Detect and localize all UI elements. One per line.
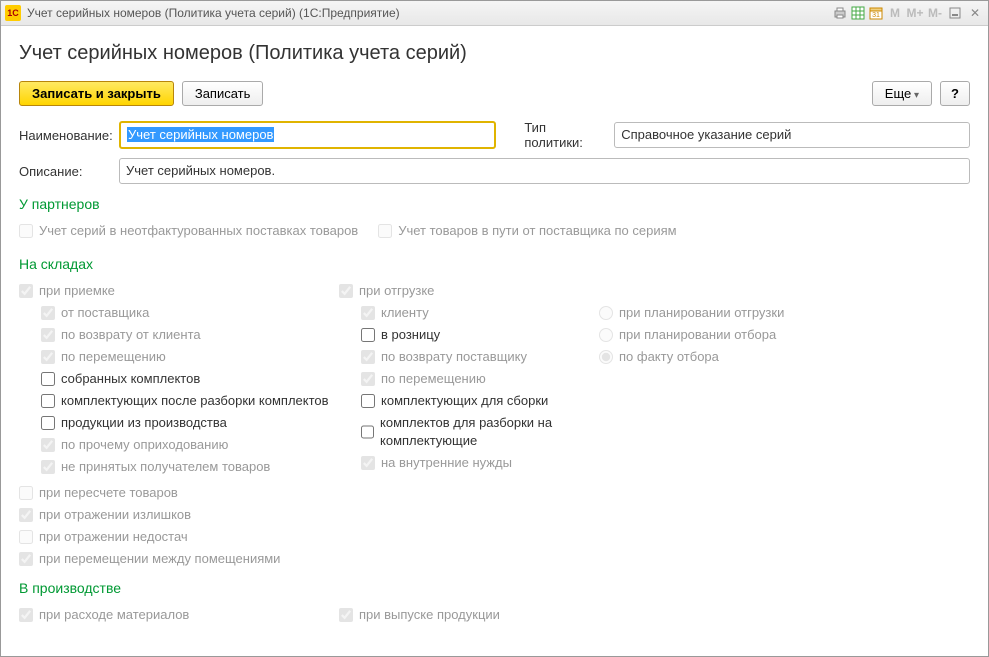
chk-kits-for-disassembly[interactable]: комплектов для разборки на комплектующие (361, 414, 599, 450)
chk-other-receipt[interactable]: по прочему оприходованию (41, 436, 339, 454)
chk-to-retail[interactable]: в розницу (361, 326, 599, 344)
toolbar: Записать и закрыть Записать Еще ? (19, 81, 970, 106)
close-button[interactable]: ✕ (966, 5, 984, 21)
chk-on-shipment[interactable]: при отгрузке (339, 282, 599, 300)
help-button[interactable]: ? (940, 81, 970, 106)
chk-internal-needs[interactable]: на внутренние нужды (361, 454, 599, 472)
chk-on-recount: при пересчете товаров (19, 484, 970, 502)
chk-assembled-kits[interactable]: собранных комплектов (41, 370, 339, 388)
policy-type-input[interactable]: Справочное указание серий (614, 122, 970, 148)
chk-components-for-assembly[interactable]: комплектующих для сборки (361, 392, 599, 410)
chk-goods-in-transit: Учет товаров в пути от поставщика по сер… (378, 222, 676, 240)
chk-on-receipt[interactable]: при приемке (19, 282, 339, 300)
col-radio: при планировании отгрузки при планирован… (599, 278, 879, 480)
chk-products-from-production[interactable]: продукции из производства (41, 414, 339, 432)
svg-text:31: 31 (872, 12, 880, 19)
chk-goods-in-transit-box (378, 224, 392, 238)
chk-series-unbilled-box (19, 224, 33, 238)
section-warehouses-title: На складах (19, 256, 970, 272)
chk-return-to-supplier[interactable]: по возврату поставщику (361, 348, 599, 366)
radio-on-picking-fact: по факту отбора (599, 348, 879, 366)
window-buttons: 31 M M+ M- ✕ (832, 5, 984, 21)
section-production-title: В производстве (19, 580, 970, 596)
print-icon[interactable] (832, 5, 848, 21)
chk-between-rooms[interactable]: при перемещении между помещениями (19, 550, 970, 568)
page-title: Учет серийных номеров (Политика учета се… (19, 42, 970, 65)
radio-plan-picking: при планировании отбора (599, 326, 879, 344)
chk-components-after-disassembly[interactable]: комплектующих после разборки комплектов (41, 392, 339, 410)
save-and-close-button[interactable]: Записать и закрыть (19, 81, 174, 106)
memory-m-button[interactable]: M (886, 5, 904, 21)
col-receipt: при приемке от поставщика по возврату от… (19, 278, 339, 480)
calendar-icon[interactable]: 31 (868, 5, 884, 21)
grid-icon[interactable] (850, 5, 866, 21)
content-area: Учет серийных номеров (Политика учета се… (1, 26, 988, 656)
memory-mplus-button[interactable]: M+ (906, 5, 924, 21)
app-window: 1C Учет серийных номеров (Политика учета… (0, 0, 989, 657)
memory-mminus-button[interactable]: M- (926, 5, 944, 21)
name-label: Наименование: (19, 128, 111, 143)
chk-shortage-reflection: при отражении недостач (19, 528, 970, 546)
chk-series-unbilled: Учет серий в неотфактурованных поставках… (19, 222, 358, 240)
window-title: Учет серийных номеров (Политика учета се… (27, 6, 832, 20)
name-input[interactable]: Учет серийных номеров (119, 121, 496, 149)
chk-not-accepted-goods[interactable]: не принятых получателем товаров (41, 458, 339, 476)
chk-to-client[interactable]: клиенту (361, 304, 599, 322)
app-logo-icon: 1C (5, 5, 21, 21)
chk-from-supplier[interactable]: от поставщика (41, 304, 339, 322)
section-partners-title: У партнеров (19, 196, 970, 212)
desc-input[interactable]: Учет серийных номеров. (119, 158, 970, 184)
minimize-button[interactable] (946, 5, 964, 21)
more-button[interactable]: Еще (872, 81, 932, 106)
chk-product-output[interactable]: при выпуске продукции (339, 606, 500, 624)
chk-material-consumption[interactable]: при расходе материалов (19, 606, 339, 624)
titlebar: 1C Учет серийных номеров (Политика учета… (1, 1, 988, 26)
chk-by-transfer-in[interactable]: по перемещению (41, 348, 339, 366)
policy-label: Тип политики: (524, 120, 606, 150)
chk-surplus-reflection[interactable]: при отражении излишков (19, 506, 970, 524)
desc-label: Описание: (19, 164, 111, 179)
save-button[interactable]: Записать (182, 81, 264, 106)
chk-return-from-client[interactable]: по возврату от клиента (41, 326, 339, 344)
desc-row: Описание: Учет серийных номеров. (19, 158, 970, 184)
name-row: Наименование: Учет серийных номеров Тип … (19, 120, 970, 150)
chk-by-transfer-out[interactable]: по перемещению (361, 370, 599, 388)
col-shipment: при отгрузке клиенту в розницу по возвра… (339, 278, 599, 480)
warehouse-extra: при пересчете товаров при отражении изли… (19, 484, 970, 568)
warehouse-columns: при приемке от поставщика по возврату от… (19, 278, 970, 480)
radio-plan-shipment: при планировании отгрузки (599, 304, 879, 322)
